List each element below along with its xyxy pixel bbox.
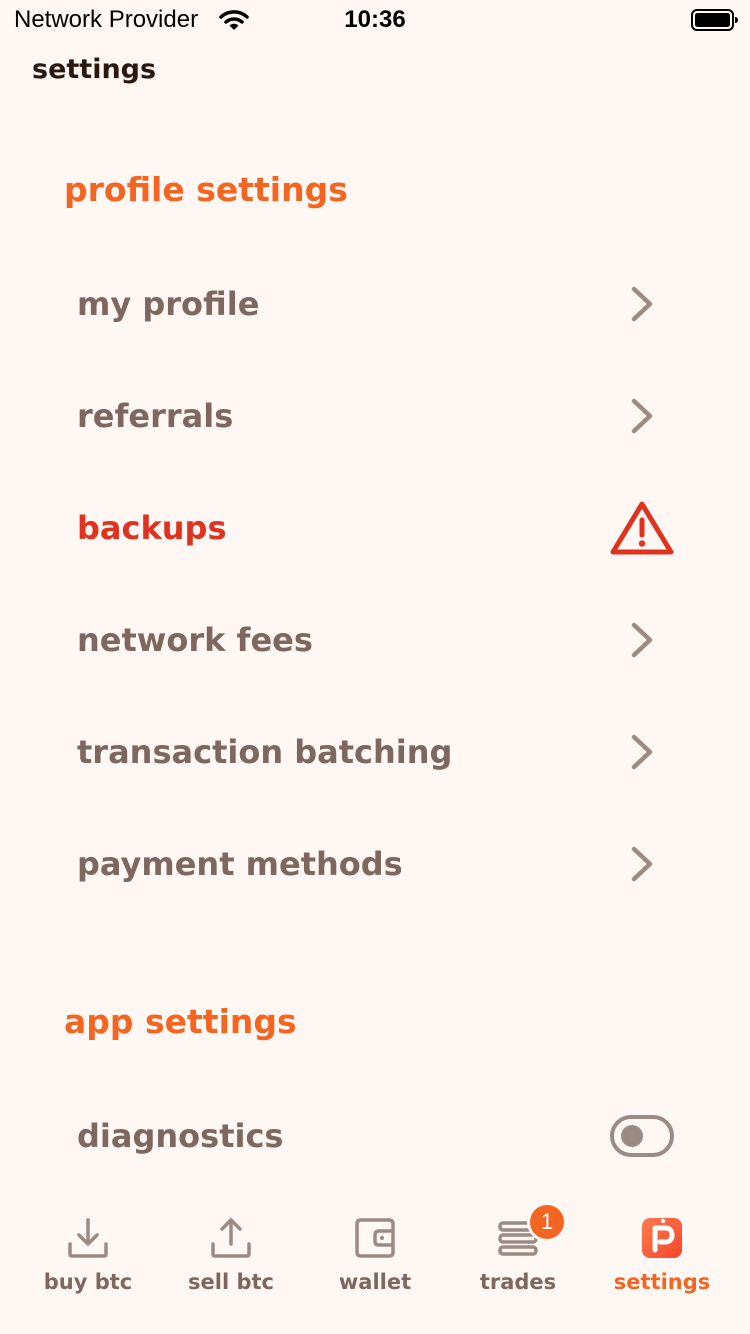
menu-item-network-fees[interactable]: network fees: [0, 584, 750, 696]
nav-trades[interactable]: 1 trades: [443, 1196, 593, 1316]
status-bar: Network Provider 10:36: [0, 0, 750, 40]
chevron-right-icon: [631, 286, 653, 322]
nav-label: wallet: [338, 1270, 412, 1294]
app-settings-heading: app settings: [64, 1002, 297, 1041]
chevron-right-icon: [631, 622, 653, 658]
nav-settings[interactable]: settings: [587, 1196, 737, 1316]
download-icon: [68, 1218, 108, 1258]
menu-item-referrals[interactable]: referrals: [0, 360, 750, 472]
status-time: 10:36: [344, 6, 406, 33]
nav-label: settings: [613, 1270, 711, 1294]
nav-buy-btc[interactable]: buy btc: [13, 1196, 163, 1316]
battery-icon: [691, 9, 738, 31]
page-title: settings: [32, 54, 157, 85]
menu-item-label: transaction batching: [77, 733, 453, 771]
menu-item-backups[interactable]: backups: [0, 472, 750, 584]
bottom-nav: buy btc sell btc wallet 1 trades setting…: [0, 1196, 750, 1334]
peach-logo-icon: [642, 1218, 682, 1258]
menu-item-transaction-batching[interactable]: transaction batching: [0, 696, 750, 808]
menu-item-label: payment methods: [77, 845, 403, 883]
warning-icon: [610, 501, 674, 555]
profile-settings-heading: profile settings: [64, 170, 348, 209]
chevron-right-icon: [631, 846, 653, 882]
menu-item-label: network fees: [77, 621, 313, 659]
wifi-icon: [219, 10, 249, 30]
nav-label: trades: [479, 1270, 557, 1294]
nav-label: sell btc: [188, 1270, 274, 1294]
menu-item-diagnostics: diagnostics: [0, 1080, 750, 1192]
nav-wallet[interactable]: wallet: [300, 1196, 450, 1316]
chevron-right-icon: [631, 734, 653, 770]
carrier-name: Network Provider: [14, 6, 199, 33]
menu-item-my-profile[interactable]: my profile: [0, 248, 750, 360]
menu-item-payment-methods[interactable]: payment methods: [0, 808, 750, 920]
nav-sell-btc[interactable]: sell btc: [156, 1196, 306, 1316]
chevron-right-icon: [631, 398, 653, 434]
wallet-icon: [355, 1218, 395, 1258]
menu-item-label: backups: [77, 509, 227, 547]
upload-icon: [211, 1218, 251, 1258]
trades-badge: 1: [527, 1202, 567, 1242]
toggle-knob: [621, 1125, 643, 1147]
diagnostics-toggle[interactable]: [610, 1115, 674, 1157]
nav-label: buy btc: [43, 1270, 133, 1294]
menu-item-label: my profile: [77, 285, 260, 323]
menu-item-label: referrals: [77, 397, 234, 435]
menu-item-label: diagnostics: [77, 1117, 284, 1155]
